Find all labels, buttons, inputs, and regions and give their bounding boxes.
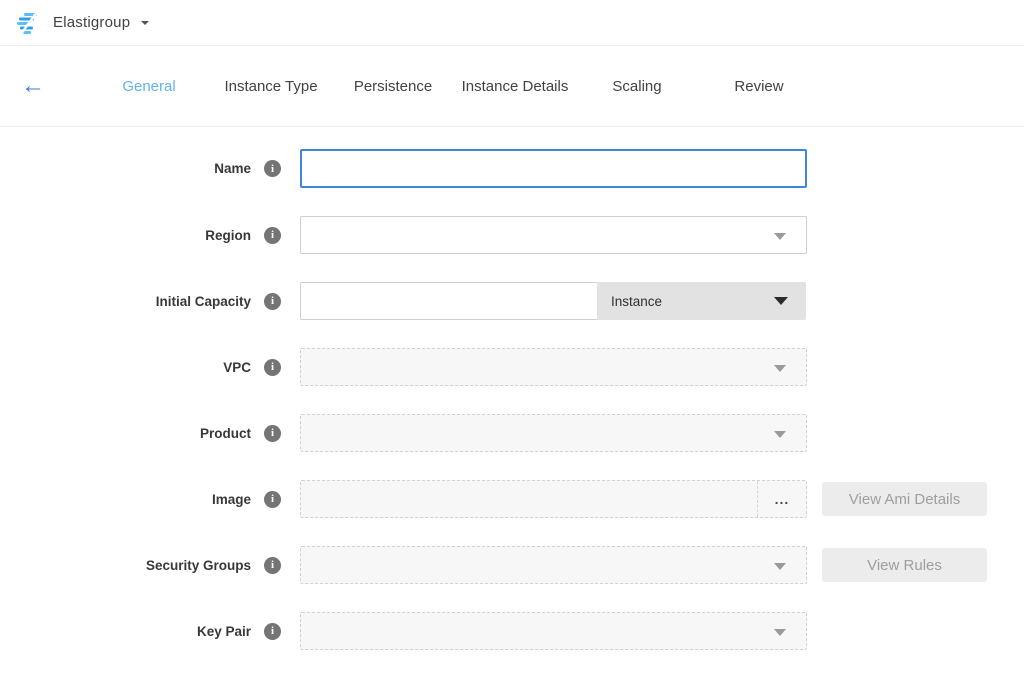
- security-groups-label: Security Groups: [146, 558, 251, 573]
- info-icon[interactable]: i: [264, 160, 281, 177]
- tab-instance-type[interactable]: Instance Type: [210, 78, 332, 95]
- info-icon[interactable]: i: [264, 293, 281, 310]
- info-icon[interactable]: i: [264, 491, 281, 508]
- wizard-tab-bar: ← General Instance Type Persistence Inst…: [0, 46, 1024, 127]
- image-browse-button[interactable]: ...: [757, 481, 806, 517]
- image-label: Image: [212, 492, 251, 507]
- region-select[interactable]: [300, 216, 807, 254]
- form-row-image: Image i ... View Ami Details: [0, 480, 1024, 518]
- elastigroup-logo-icon: [16, 12, 42, 34]
- image-input: [301, 481, 757, 517]
- vpc-select: [300, 348, 807, 386]
- view-rules-button[interactable]: View Rules: [822, 548, 987, 582]
- info-icon[interactable]: i: [264, 557, 281, 574]
- security-groups-select: [300, 546, 807, 584]
- form-row-vpc: VPC i: [0, 348, 1024, 386]
- form-row-region: Region i: [0, 216, 1024, 254]
- form-row-security-groups: Security Groups i View Rules: [0, 546, 1024, 584]
- general-settings-form: Name i Region i Initial Capacity i Insta…: [0, 127, 1024, 650]
- chevron-down-icon: [774, 629, 786, 636]
- key-pair-label: Key Pair: [197, 624, 251, 639]
- product-label: Product: [200, 426, 251, 441]
- form-row-initial-capacity: Initial Capacity i Instance: [0, 282, 1024, 320]
- product-select: [300, 414, 807, 452]
- name-label: Name: [214, 161, 251, 176]
- tab-instance-details[interactable]: Instance Details: [454, 78, 576, 95]
- info-icon[interactable]: i: [264, 359, 281, 376]
- chevron-down-icon: [774, 431, 786, 438]
- tabs: General Instance Type Persistence Instan…: [88, 78, 820, 95]
- app-title: Elastigroup: [53, 14, 130, 31]
- capacity-unit-value: Instance: [611, 294, 662, 309]
- info-icon[interactable]: i: [264, 425, 281, 442]
- tab-review[interactable]: Review: [698, 78, 820, 95]
- vpc-label: VPC: [223, 360, 251, 375]
- app-switcher[interactable]: Elastigroup: [16, 12, 149, 34]
- form-row-product: Product i: [0, 414, 1024, 452]
- back-button[interactable]: ←: [18, 74, 48, 98]
- name-input[interactable]: [300, 149, 807, 188]
- region-label: Region: [205, 228, 251, 243]
- tab-persistence[interactable]: Persistence: [332, 78, 454, 95]
- initial-capacity-input[interactable]: [300, 282, 597, 320]
- tab-scaling[interactable]: Scaling: [576, 78, 698, 95]
- image-input-group: ...: [300, 480, 807, 518]
- view-ami-details-button[interactable]: View Ami Details: [822, 482, 987, 516]
- chevron-down-icon: [774, 233, 786, 240]
- info-icon[interactable]: i: [264, 623, 281, 640]
- chevron-down-icon: [141, 21, 149, 25]
- chevron-down-icon: [774, 563, 786, 570]
- tab-general[interactable]: General: [88, 78, 210, 95]
- info-icon[interactable]: i: [264, 227, 281, 244]
- chevron-down-icon: [774, 365, 786, 372]
- initial-capacity-label: Initial Capacity: [156, 294, 251, 309]
- key-pair-select: [300, 612, 807, 650]
- form-row-name: Name i: [0, 149, 1024, 188]
- form-row-key-pair: Key Pair i: [0, 612, 1024, 650]
- capacity-unit-select[interactable]: Instance: [597, 282, 806, 320]
- top-bar: Elastigroup: [0, 0, 1024, 46]
- chevron-down-icon: [774, 297, 788, 305]
